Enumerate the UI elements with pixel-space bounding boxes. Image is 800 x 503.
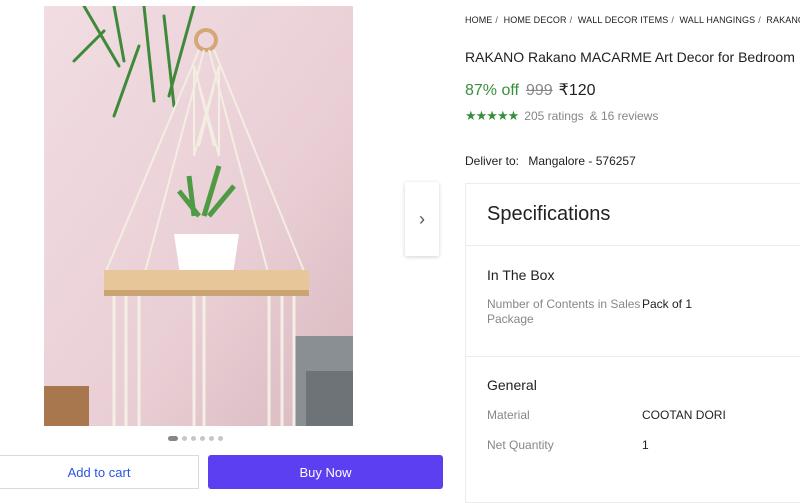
- carousel-dot[interactable]: [191, 436, 196, 441]
- breadcrumb-item[interactable]: WALL HANGINGS: [680, 15, 756, 25]
- selling-price: ₹120: [558, 82, 596, 99]
- spec-row: Number of Contents in Sales Package Pack…: [487, 297, 800, 327]
- specifications-heading: Specifications: [466, 184, 800, 246]
- ratings-count: 205 ratings: [524, 109, 584, 123]
- price-row: 87% off 999 ₹120: [465, 80, 596, 100]
- spec-value: 1: [642, 438, 649, 452]
- product-image: [44, 6, 353, 426]
- breadcrumb-item[interactable]: WALL DECOR ITEMS: [578, 15, 668, 25]
- original-price: 999: [525, 82, 553, 99]
- spec-section-title: In The Box: [487, 267, 555, 283]
- spec-row: Material COOTAN DORI: [487, 408, 800, 423]
- carousel-dot[interactable]: [218, 436, 223, 441]
- add-to-cart-button[interactable]: Add to cart: [0, 455, 199, 489]
- delivery-location[interactable]: Deliver to: Mangalore - 576257: [465, 154, 636, 168]
- spec-section-in-the-box: In The Box Number of Contents in Sales P…: [466, 267, 800, 327]
- product-title: RAKANO Rakano MACARME Art Decor for Bedr…: [465, 49, 795, 65]
- breadcrumb: HOME / HOME DECOR / WALL DECOR ITEMS / WALL…: [465, 15, 800, 25]
- carousel-dot[interactable]: [209, 436, 214, 441]
- spec-section-title: General: [487, 377, 537, 393]
- carousel-dot[interactable]: [168, 436, 178, 441]
- carousel-dots: [168, 436, 223, 441]
- carousel-dot[interactable]: [200, 436, 205, 441]
- specifications-card: Specifications In The Box Number of Cont…: [465, 183, 800, 503]
- spec-key: Net Quantity: [487, 438, 554, 452]
- carousel-next-icon[interactable]: ›: [405, 182, 439, 256]
- carousel-dot[interactable]: [182, 436, 187, 441]
- spec-value: Pack of 1: [642, 297, 693, 311]
- divider: [466, 356, 800, 357]
- deliver-location: Mangalore - 576257: [528, 154, 636, 168]
- reviews-count: & 16 reviews: [589, 109, 659, 123]
- breadcrumb-item[interactable]: RAKANO WALL: [766, 15, 800, 25]
- spec-section-general: General Material COOTAN DORI Net Quantit…: [466, 377, 800, 453]
- spec-key: Material: [487, 408, 530, 422]
- discount-badge: 87% off: [465, 82, 519, 99]
- spec-row: Net Quantity 1: [487, 438, 800, 453]
- breadcrumb-item[interactable]: HOME DECOR: [504, 15, 567, 25]
- spec-value: COOTAN DORI: [642, 408, 726, 422]
- rating-stars-icon: ★★★★★: [465, 108, 519, 123]
- rating-row[interactable]: ★★★★★ 205 ratings & 16 reviews: [465, 108, 658, 124]
- buy-now-button[interactable]: Buy Now: [208, 455, 443, 489]
- breadcrumb-item[interactable]: HOME: [465, 15, 492, 25]
- spec-key: Number of Contents in Sales Package: [487, 297, 641, 326]
- deliver-label: Deliver to:: [465, 154, 520, 168]
